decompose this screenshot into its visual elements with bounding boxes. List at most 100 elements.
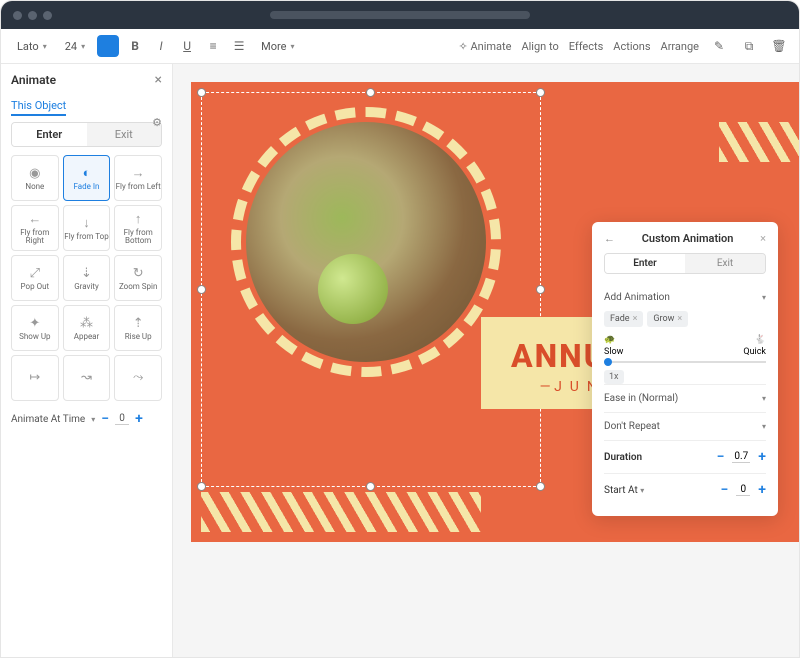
easing-select[interactable]: Ease in (Normal) bbox=[604, 393, 678, 404]
anim-label: Appear bbox=[74, 333, 100, 341]
anim-option[interactable]: ⤳ bbox=[114, 355, 162, 401]
anim-option[interactable]: → Fly from Left bbox=[114, 155, 162, 201]
anim-label: Fly from Right bbox=[12, 229, 58, 245]
resize-handle[interactable] bbox=[197, 482, 206, 491]
font-select[interactable]: Lato▾ bbox=[11, 38, 53, 55]
close-icon[interactable]: × bbox=[760, 232, 766, 245]
anim-label: Fade In bbox=[74, 183, 100, 191]
chevron-down-icon: ▾ bbox=[290, 42, 294, 51]
anim-option[interactable]: ↝ bbox=[63, 355, 111, 401]
resize-handle[interactable] bbox=[366, 482, 375, 491]
increment-button[interactable]: + bbox=[758, 449, 766, 465]
animate-sidebar: Animate × This Object ⚙ Enter Exit ◉None… bbox=[1, 64, 173, 658]
resize-handle[interactable] bbox=[197, 285, 206, 294]
close-icon[interactable]: × bbox=[155, 72, 162, 88]
sidebar-title: Animate bbox=[11, 73, 56, 87]
anim-icon: ⇣ bbox=[81, 266, 92, 281]
anim-option[interactable]: ↑Fly from Bottom bbox=[114, 205, 162, 251]
anim-label: Pop Out bbox=[21, 283, 50, 291]
tab-exit[interactable]: Exit bbox=[87, 123, 162, 146]
bold-button[interactable]: B bbox=[125, 36, 145, 56]
chevron-down-icon[interactable]: ▾ bbox=[762, 293, 766, 302]
remove-chip-icon[interactable]: × bbox=[633, 314, 638, 324]
resize-handle[interactable] bbox=[197, 88, 206, 97]
speed-tag: 1x bbox=[604, 370, 624, 384]
align-button[interactable]: ≡ bbox=[203, 36, 223, 56]
animation-chip[interactable]: Fade× bbox=[604, 311, 643, 327]
chevron-down-icon[interactable]: ▾ bbox=[640, 486, 644, 495]
anim-option[interactable]: ⁂Appear bbox=[63, 305, 111, 351]
alignto-button[interactable]: Align to bbox=[521, 40, 558, 53]
add-animation-label[interactable]: Add Animation bbox=[604, 292, 670, 303]
fontsize-select[interactable]: 24▾ bbox=[59, 38, 91, 55]
list-button[interactable]: ☰ bbox=[229, 36, 249, 56]
italic-button[interactable]: I bbox=[151, 36, 171, 56]
resize-handle[interactable] bbox=[536, 88, 545, 97]
resize-handle[interactable] bbox=[536, 285, 545, 294]
color-swatch[interactable] bbox=[97, 35, 119, 57]
copy-icon[interactable]: ⧉ bbox=[739, 36, 759, 56]
anim-option[interactable]: ↦ bbox=[11, 355, 59, 401]
anim-option[interactable]: ◉None bbox=[11, 155, 59, 201]
decrement-button[interactable]: − bbox=[720, 482, 728, 498]
anim-icon: ↝ bbox=[81, 370, 92, 385]
anim-label: Zoom Spin bbox=[119, 283, 157, 291]
remove-chip-icon[interactable]: × bbox=[677, 314, 682, 324]
trash-icon[interactable]: 🗑 bbox=[769, 36, 789, 56]
duration-value[interactable]: 0.7 bbox=[732, 451, 750, 463]
popup-tab-enter[interactable]: Enter bbox=[605, 254, 685, 273]
anim-icon: ⇡ bbox=[133, 316, 144, 331]
chevron-down-icon[interactable]: ▾ bbox=[91, 415, 95, 424]
anim-icon: ◐ bbox=[83, 165, 91, 181]
window-titlebar bbox=[1, 1, 799, 29]
anim-option[interactable]: ✦Show Up bbox=[11, 305, 59, 351]
repeat-select[interactable]: Don't Repeat bbox=[604, 421, 660, 432]
underline-button[interactable]: U bbox=[177, 36, 197, 56]
decrement-button[interactable]: − bbox=[101, 411, 109, 427]
resize-handle[interactable] bbox=[366, 88, 375, 97]
speed-slider[interactable] bbox=[604, 361, 766, 363]
stripe-decoration bbox=[201, 492, 481, 532]
startat-value[interactable]: 0 bbox=[736, 484, 750, 496]
custom-animation-popup: ← Custom Animation × Enter Exit Add Anim… bbox=[592, 222, 778, 516]
anim-option[interactable]: ◐ Fade In bbox=[63, 155, 111, 201]
anim-option[interactable]: ⇡ Rise Up bbox=[114, 305, 162, 351]
window-controls[interactable] bbox=[13, 11, 52, 20]
popup-title: Custom Animation bbox=[642, 232, 734, 245]
gear-icon[interactable]: ⚙ bbox=[152, 116, 162, 129]
slider-thumb[interactable] bbox=[604, 358, 612, 366]
chevron-down-icon[interactable]: ▾ bbox=[762, 394, 766, 403]
anim-option[interactable]: ⤢Pop Out bbox=[11, 255, 59, 301]
chevron-down-icon[interactable]: ▾ bbox=[762, 422, 766, 431]
more-menu[interactable]: More▾ bbox=[255, 38, 300, 55]
anim-option[interactable]: ⇣ Gravity bbox=[63, 255, 111, 301]
decrement-button[interactable]: − bbox=[717, 449, 725, 465]
anim-option[interactable]: ↻Zoom Spin bbox=[114, 255, 162, 301]
actions-button[interactable]: Actions bbox=[613, 40, 650, 53]
resize-handle[interactable] bbox=[536, 482, 545, 491]
anim-icon: → bbox=[132, 165, 145, 181]
anim-option[interactable]: ← Fly from Right bbox=[11, 205, 59, 251]
anim-label: Rise Up bbox=[125, 333, 152, 341]
arrange-button[interactable]: Arrange bbox=[661, 40, 699, 53]
tab-this-object[interactable]: This Object bbox=[11, 99, 66, 116]
anim-label: Fly from Left bbox=[116, 183, 161, 191]
anim-option[interactable]: ↓Fly from Top bbox=[63, 205, 111, 251]
address-bar[interactable] bbox=[270, 11, 530, 19]
increment-button[interactable]: + bbox=[758, 482, 766, 498]
animate-button[interactable]: ✧ Animate bbox=[459, 40, 512, 53]
anim-icon: ↑ bbox=[135, 211, 142, 227]
anim-icon: ← bbox=[28, 211, 41, 227]
animation-chip[interactable]: Grow× bbox=[647, 311, 688, 327]
anim-label: Gravity bbox=[74, 283, 99, 291]
back-icon[interactable]: ← bbox=[604, 232, 615, 245]
effects-button[interactable]: Effects bbox=[569, 40, 604, 53]
turtle-icon: 🐢 bbox=[604, 335, 615, 345]
tab-enter[interactable]: Enter bbox=[12, 123, 87, 146]
top-toolbar: Lato▾ 24▾ B I U ≡ ☰ More▾ ✧ Animate Alig… bbox=[1, 29, 799, 64]
food-photo[interactable] bbox=[246, 122, 486, 362]
brush-icon[interactable]: ✎ bbox=[709, 36, 729, 56]
increment-button[interactable]: + bbox=[135, 411, 143, 427]
time-value[interactable]: 0 bbox=[115, 413, 129, 425]
popup-tab-exit[interactable]: Exit bbox=[685, 254, 765, 273]
